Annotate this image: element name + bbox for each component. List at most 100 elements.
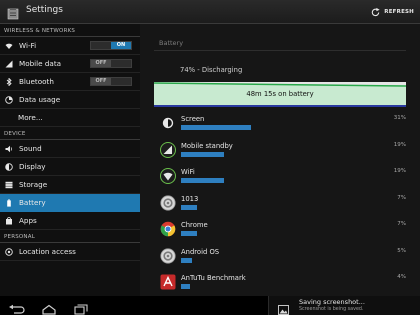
battery-history-graph[interactable]: 48m 15s on battery <box>154 82 406 107</box>
wifi-toggle-state: ON <box>111 42 131 49</box>
bluetooth-icon <box>5 77 13 86</box>
android-os-icon <box>160 247 176 264</box>
data-usage-icon <box>5 95 13 104</box>
location-icon <box>5 247 13 256</box>
image-icon <box>278 300 289 315</box>
usage-percent: 7% <box>397 194 406 201</box>
usage-percent: 5% <box>397 247 406 254</box>
refresh-button[interactable]: REFRESH <box>370 5 414 19</box>
back-button[interactable] <box>8 300 26 314</box>
usage-name: Chrome <box>181 221 208 229</box>
battery-time-on-battery: 48m 15s on battery <box>246 90 314 98</box>
sidebar-item-label: Sound <box>19 144 42 153</box>
action-bar: Settings REFRESH <box>0 0 420 24</box>
settings-sidebar: WIRELESS & NETWORKS Wi-Fi ON Mobile data… <box>0 24 140 296</box>
mobile-data-toggle[interactable]: OFF <box>90 59 132 68</box>
sidebar-item-label: Display <box>19 162 46 171</box>
sidebar-item-apps[interactable]: Apps <box>0 212 140 230</box>
display-icon <box>5 162 13 171</box>
bluetooth-toggle-state: OFF <box>91 78 111 85</box>
battery-icon <box>5 198 13 207</box>
storage-icon <box>5 181 13 189</box>
home-icon <box>42 304 56 315</box>
mobile-data-icon <box>5 60 13 68</box>
usage-row-android-os[interactable]: Android OS 5% <box>154 244 406 271</box>
usage-percent: 31% <box>393 115 406 121</box>
usage-row-wifi[interactable]: WiFi 19% <box>154 164 406 191</box>
usage-name: Mobile standby <box>181 141 233 150</box>
back-icon <box>9 304 25 314</box>
sidebar-item-label: Bluetooth <box>19 77 54 86</box>
wifi-toggle[interactable]: ON <box>90 41 132 50</box>
recent-apps-button[interactable] <box>72 300 90 315</box>
usage-bar <box>181 257 192 263</box>
sound-icon <box>5 145 13 153</box>
sidebar-item-label: More... <box>18 113 43 122</box>
android-system-icon <box>160 194 176 211</box>
usage-row-antutu[interactable]: AnTuTu Benchmark 4% <box>154 270 406 296</box>
page-title: Settings <box>26 5 63 15</box>
usage-percent: 4% <box>397 274 406 280</box>
screenshot-notification[interactable]: Saving screenshot... Screenshot is being… <box>268 296 420 315</box>
sidebar-item-wifi[interactable]: Wi-Fi ON <box>0 37 140 55</box>
sidebar-item-label: Wi-Fi <box>19 41 37 50</box>
notification-subtitle: Screenshot is being saved. <box>299 307 364 312</box>
battery-panel: Battery 74% - Discharging 48m 15s on bat… <box>140 24 420 296</box>
sidebar-item-mobile-data[interactable]: Mobile data OFF <box>0 55 140 73</box>
sidebar-item-more[interactable]: More... <box>0 109 140 127</box>
antutu-icon <box>160 274 176 290</box>
usage-name: Screen <box>181 115 205 123</box>
sidebar-item-label: Storage <box>19 180 48 189</box>
sidebar-item-sound[interactable]: Sound <box>0 140 140 158</box>
mobile-standby-icon <box>160 141 176 158</box>
chrome-icon <box>160 221 176 237</box>
battery-usage-list: Screen 31% Mobile standby 19% WiFi 19% 1… <box>154 111 406 296</box>
section-header-personal: PERSONAL <box>0 230 140 243</box>
apps-icon <box>5 216 13 225</box>
refresh-icon <box>372 7 380 16</box>
sidebar-item-bluetooth[interactable]: Bluetooth OFF <box>0 73 140 91</box>
sidebar-item-label: Location access <box>19 247 76 256</box>
sidebar-item-label: Apps <box>19 216 37 225</box>
usage-name: 1013 <box>181 194 199 203</box>
usage-percent: 7% <box>397 221 406 227</box>
sidebar-item-label: Mobile data <box>19 59 62 68</box>
usage-name: AnTuTu Benchmark <box>181 274 246 282</box>
usage-bar <box>181 231 197 236</box>
battery-status[interactable]: 74% - Discharging <box>180 66 242 74</box>
sidebar-item-label: Battery <box>19 198 46 207</box>
usage-name: Android OS <box>181 247 220 256</box>
refresh-label: REFRESH <box>384 9 414 15</box>
usage-percent: 19% <box>393 141 406 148</box>
usage-row-chrome[interactable]: Chrome 7% <box>154 217 406 244</box>
mobile-data-toggle-state: OFF <box>91 60 111 67</box>
wifi-icon <box>5 42 13 50</box>
section-header-device: DEVICE <box>0 127 140 140</box>
sidebar-item-display[interactable]: Display <box>0 158 140 176</box>
wifi-usage-icon <box>160 168 176 184</box>
sidebar-item-storage[interactable]: Storage <box>0 176 140 194</box>
notification-title: Saving screenshot... <box>299 298 365 306</box>
usage-bar <box>181 125 251 130</box>
sidebar-item-location[interactable]: Location access <box>0 243 140 261</box>
home-button[interactable] <box>40 300 58 315</box>
usage-bar <box>181 284 190 289</box>
recent-apps-icon <box>74 304 88 315</box>
sidebar-item-data-usage[interactable]: Data usage <box>0 91 140 109</box>
sidebar-item-battery[interactable]: Battery <box>0 194 140 212</box>
usage-row-1013[interactable]: 1013 7% <box>154 191 406 218</box>
battery-panel-title: Battery <box>159 39 184 47</box>
settings-app-icon[interactable] <box>7 5 19 20</box>
section-header-wireless: WIRELESS & NETWORKS <box>0 24 140 37</box>
usage-bar <box>181 178 224 183</box>
usage-bar <box>181 204 197 210</box>
screen-icon <box>160 115 176 131</box>
usage-bar <box>181 151 224 157</box>
usage-row-screen[interactable]: Screen 31% <box>154 111 406 138</box>
usage-row-mobile-standby[interactable]: Mobile standby 19% <box>154 138 406 165</box>
bluetooth-toggle[interactable]: OFF <box>90 77 132 86</box>
usage-name: WiFi <box>181 168 195 176</box>
sidebar-item-label: Data usage <box>19 95 61 104</box>
divider <box>154 50 406 51</box>
usage-percent: 19% <box>393 168 406 174</box>
